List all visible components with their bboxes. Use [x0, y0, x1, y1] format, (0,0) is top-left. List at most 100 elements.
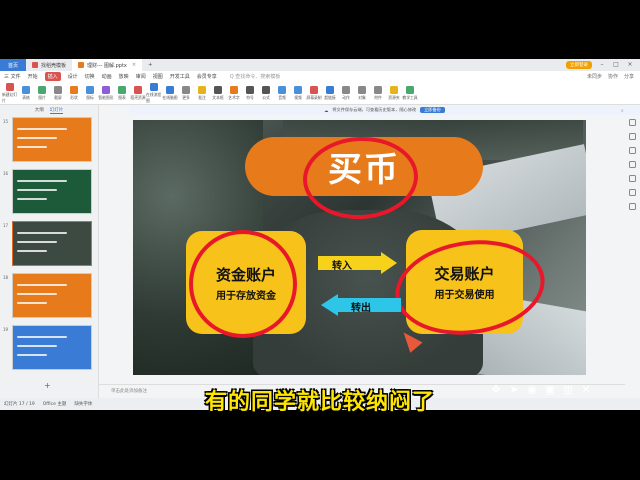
- tab-outline[interactable]: 大纲: [35, 107, 44, 113]
- menu-member[interactable]: 会员专享: [197, 73, 217, 80]
- trash-icon[interactable]: ▥: [562, 384, 574, 396]
- slide-thumbnail-row[interactable]: 17: [0, 221, 99, 269]
- share-icon[interactable]: [629, 161, 636, 168]
- ribbon-button[interactable]: 截屏: [50, 85, 66, 101]
- ribbon-label: 稻壳资源: [130, 94, 146, 100]
- ribbon-label: 图表: [118, 94, 126, 100]
- home-tab[interactable]: 首页: [0, 59, 26, 71]
- slide-thumbnail[interactable]: [12, 325, 92, 370]
- login-button[interactable]: 立即登录: [566, 61, 592, 69]
- eye-icon[interactable]: ◉: [526, 384, 538, 396]
- docer-icon: [32, 62, 38, 68]
- design-icon[interactable]: [629, 133, 636, 140]
- ribbon-button[interactable]: 图标: [82, 85, 98, 101]
- object-properties-icon[interactable]: [629, 119, 636, 126]
- new-tab-button[interactable]: +: [142, 59, 158, 71]
- command-search-input[interactable]: Q 查找命令、搜索模板: [230, 73, 281, 80]
- ribbon-icon: [246, 85, 254, 94]
- ribbon-button[interactable]: 图片: [34, 85, 50, 101]
- menu-slideshow[interactable]: 放映: [119, 73, 129, 80]
- ribbon-button[interactable]: 批注: [194, 85, 210, 101]
- slide-thumbnail[interactable]: [12, 273, 92, 318]
- menu-view[interactable]: 视图: [153, 73, 163, 80]
- slide-thumbnail[interactable]: [12, 117, 92, 162]
- ribbon-button[interactable]: 超链接: [322, 85, 338, 101]
- ribbon-icon: [38, 85, 46, 94]
- maximize-icon[interactable]: □: [612, 61, 620, 69]
- ribbon-button[interactable]: 资源夹: [386, 85, 402, 101]
- ribbon-label: 文本框: [212, 94, 224, 100]
- ribbon-button[interactable]: 在线脑图: [162, 85, 178, 101]
- ribbon-button[interactable]: 艺术字: [226, 85, 242, 101]
- menu-file[interactable]: 三 文件: [4, 73, 21, 80]
- minimize-icon[interactable]: –: [598, 61, 606, 69]
- menu-animations[interactable]: 动画: [102, 73, 112, 80]
- settings-icon[interactable]: [629, 203, 636, 210]
- ribbon-button[interactable]: 公式: [258, 85, 274, 101]
- ribbon-icon: [310, 85, 318, 94]
- ribbon-icon: [54, 85, 62, 94]
- camera-icon[interactable]: ▣: [544, 384, 556, 396]
- transfer-out-arrow[interactable]: 转出: [321, 294, 403, 316]
- close-tab-icon[interactable]: ×: [132, 62, 136, 68]
- ribbon-label: 更多: [182, 94, 190, 100]
- tab-label: 理财--- 图解.pptx: [87, 62, 127, 69]
- tab-slides[interactable]: 幻灯片: [49, 107, 64, 114]
- menu-review[interactable]: 审阅: [136, 73, 146, 80]
- share-button[interactable]: 分享: [624, 73, 634, 80]
- ribbon-button[interactable]: 智能图形: [98, 85, 114, 101]
- player-overlay-controls: ✥ ➤ ◉ ▣ ▥ ✕: [490, 384, 592, 396]
- ribbon-button[interactable]: 音频: [274, 85, 290, 101]
- close-icon[interactable]: ✕: [580, 384, 592, 396]
- slide-thumbnail[interactable]: [12, 221, 92, 266]
- collaborate-button[interactable]: 协作: [608, 73, 618, 80]
- menu-developer[interactable]: 开发工具: [170, 73, 190, 80]
- ribbon-button[interactable]: 在线流程图: [146, 82, 162, 104]
- ribbon-button[interactable]: 对象: [354, 85, 370, 101]
- tab-docer-templates[interactable]: 找稻壳模板: [26, 59, 72, 71]
- move-icon[interactable]: ✥: [490, 384, 502, 396]
- ribbon-button[interactable]: 图表: [114, 85, 130, 101]
- tab-current-document[interactable]: 理财--- 图解.pptx ×: [72, 59, 143, 71]
- ribbon-label: 视频: [294, 94, 302, 100]
- slide-thumbnail[interactable]: [12, 169, 92, 214]
- right-side-toolbar: [625, 115, 640, 398]
- transfer-in-arrow[interactable]: 转入: [318, 252, 398, 274]
- sync-status[interactable]: 未同步: [587, 73, 602, 80]
- ribbon-button[interactable]: 更多: [178, 85, 194, 101]
- slide-thumbnail-row[interactable]: 19: [0, 325, 99, 373]
- ribbon-button[interactable]: 动作: [338, 85, 354, 101]
- slide-thumbnail-row[interactable]: 16: [0, 169, 99, 217]
- backup-icon[interactable]: [629, 175, 636, 182]
- backup-now-button[interactable]: 立即备份: [420, 107, 445, 113]
- ribbon-icon: [182, 85, 190, 94]
- close-notice-icon[interactable]: ×: [620, 108, 624, 113]
- ribbon-button[interactable]: 文本框: [210, 85, 226, 101]
- ribbon-button[interactable]: 形状: [66, 85, 82, 101]
- ribbon-button[interactable]: 附件: [370, 85, 386, 101]
- ribbon-button[interactable]: 视频: [290, 85, 306, 101]
- ribbon-button[interactable]: 新建幻灯片: [2, 82, 18, 104]
- ribbon-button[interactable]: 教学工具: [402, 85, 418, 101]
- ribbon-button[interactable]: 稻壳资源: [130, 85, 146, 101]
- menu-home[interactable]: 开始: [28, 73, 38, 80]
- ribbon-icon: [150, 82, 158, 91]
- ribbon-icon: [198, 85, 206, 94]
- menu-transitions[interactable]: 切换: [85, 73, 95, 80]
- help-icon[interactable]: [629, 189, 636, 196]
- cursor-icon[interactable]: ➤: [508, 384, 520, 396]
- ribbon-button[interactable]: 符号: [242, 85, 258, 101]
- ribbon-button[interactable]: 屏幕录制: [306, 85, 322, 101]
- transfer-in-label: 转入: [332, 261, 352, 272]
- animation-icon[interactable]: [629, 147, 636, 154]
- ribbon-label: 符号: [246, 94, 254, 100]
- slide-thumbnail-row[interactable]: 15: [0, 117, 99, 165]
- close-window-icon[interactable]: ×: [626, 61, 634, 69]
- insert-ribbon: 新建幻灯片 表格 图片 截屏 形状 图标 智能图形 图表 稻壳资源 在线流程图 在线脑图 更多 批注 文本…: [0, 82, 640, 105]
- ribbon-button[interactable]: 表格: [18, 85, 34, 101]
- slide-thumbnail-row[interactable]: 18: [0, 273, 99, 321]
- menu-design[interactable]: 设计: [68, 73, 78, 80]
- menu-insert[interactable]: 插入: [44, 72, 61, 81]
- cloud-backup-notice: ☁ 将文件保存云端，可查看历史版本，随心修改 立即备份 ×: [129, 105, 640, 115]
- slide-canvas[interactable]: 买币 资金账户 用于存放资金 交易账户 用于交易使用 转入 转出: [133, 120, 586, 375]
